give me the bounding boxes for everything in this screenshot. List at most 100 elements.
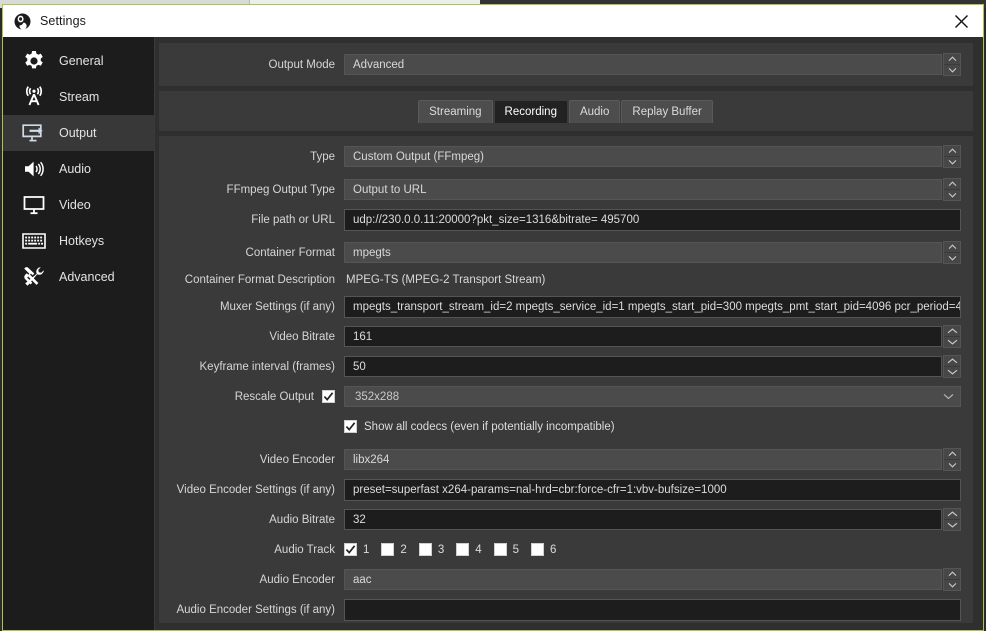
container-format-stepper[interactable] <box>943 241 961 264</box>
tab-streaming[interactable]: Streaming <box>418 100 493 123</box>
audio-track-1[interactable]: 1 <box>344 543 369 556</box>
type-stepper[interactable] <box>943 145 961 168</box>
chevron-down-icon[interactable] <box>944 580 960 590</box>
audio-track-2-checkbox[interactable] <box>381 543 395 556</box>
chevron-down-icon[interactable] <box>944 65 960 75</box>
chevron-up-icon[interactable] <box>944 179 960 189</box>
chevron-up-icon[interactable] <box>944 509 960 519</box>
audio-track-4[interactable]: 4 <box>456 543 482 556</box>
sidebar-item-advanced[interactable]: Advanced <box>3 259 154 295</box>
output-mode-select[interactable]: Advanced <box>344 54 942 75</box>
sidebar-item-label: Output <box>59 126 97 140</box>
output-mode-stepper[interactable] <box>943 53 961 76</box>
container-format-description-label: Container Format Description <box>184 273 335 286</box>
chevron-up-icon[interactable] <box>944 242 960 252</box>
ffmpeg-output-type-stepper[interactable] <box>943 178 961 201</box>
audio-track-4-checkbox[interactable] <box>456 543 470 556</box>
tab-audio[interactable]: Audio <box>568 100 621 123</box>
chevron-down-icon[interactable] <box>944 157 960 167</box>
sidebar-item-audio[interactable]: Audio <box>3 151 154 187</box>
keyframe-interval-label: Keyframe interval (frames) <box>199 360 335 373</box>
audio-track-6-label: 6 <box>550 543 557 556</box>
audio-encoder-select[interactable]: aac <box>344 569 942 590</box>
audio-track-2-label: 2 <box>400 543 407 556</box>
video-encoder-label: Video Encoder <box>259 453 335 466</box>
container-format-select[interactable]: mpegts <box>344 242 942 263</box>
audio-encoder-label: Audio Encoder <box>259 573 335 586</box>
audio-track-3[interactable]: 3 <box>418 543 444 556</box>
sidebar-item-label: General <box>59 54 104 68</box>
chevron-up-icon[interactable] <box>944 54 960 64</box>
container-format-label: Container Format <box>245 246 335 259</box>
chevron-down-icon[interactable] <box>944 190 960 200</box>
chevron-up-icon[interactable] <box>944 569 960 579</box>
row-file-path-or-url: File path or URL udp://230.0.0.11:20000?… <box>159 206 973 233</box>
video-encoder-stepper[interactable] <box>943 448 961 471</box>
sidebar-item-video[interactable]: Video <box>3 187 154 223</box>
audio-bitrate-input[interactable]: 32 <box>344 509 942 530</box>
audio-track-6-checkbox[interactable] <box>531 543 545 556</box>
keyframe-interval-stepper[interactable] <box>943 355 961 378</box>
chevron-up-icon[interactable] <box>944 449 960 459</box>
container-format-value: mpegts <box>353 246 391 259</box>
chevron-down-icon[interactable] <box>943 391 954 403</box>
audio-track-1-checkbox[interactable] <box>344 543 357 556</box>
speaker-icon <box>19 156 49 182</box>
tab-label: Audio <box>579 106 610 118</box>
sidebar-item-label: Hotkeys <box>59 234 105 248</box>
audio-track-6[interactable]: 6 <box>531 543 556 556</box>
tab-recording[interactable]: Recording <box>493 100 568 123</box>
audio-bitrate-stepper[interactable] <box>943 508 961 531</box>
tab-replay-buffer[interactable]: Replay Buffer <box>621 100 713 123</box>
audio-encoder-settings-input[interactable] <box>344 598 961 621</box>
video-encoder-settings-input[interactable]: preset=superfast x264-params=nal-hrd=cbr… <box>344 478 961 501</box>
row-container-format: Container Format mpegts <box>159 239 973 266</box>
row-muxer-settings: Muxer Settings (if any) mpegts_transport… <box>159 293 973 320</box>
audio-track-3-checkbox[interactable] <box>418 543 432 556</box>
audio-track-label: Audio Track <box>274 543 335 556</box>
sidebar-item-label: Stream <box>59 90 100 104</box>
audio-track-5[interactable]: 5 <box>493 543 520 556</box>
audio-bitrate-label: Audio Bitrate <box>269 513 335 526</box>
output-mode-label: Output Mode <box>268 58 335 71</box>
audio-encoder-stepper[interactable] <box>943 568 961 591</box>
row-ffmpeg-output-type: FFmpeg Output Type Output to URL <box>159 176 973 203</box>
window-body: General Stream Output Audio Video Hotkey… <box>3 37 983 630</box>
muxer-settings-input[interactable]: mpegts_transport_stream_id=2 mpegts_serv… <box>344 295 961 318</box>
chevron-down-icon[interactable] <box>944 337 960 347</box>
rescale-output-checkbox[interactable] <box>322 390 335 403</box>
type-value: Custom Output (FFmpeg) <box>353 150 485 163</box>
recording-settings-panel: Type Custom Output (FFmpeg) FFmpeg Outpu… <box>159 136 973 623</box>
chevron-down-icon[interactable] <box>944 253 960 263</box>
rescale-output-select[interactable]: 352x288 <box>344 386 961 407</box>
chevron-up-icon[interactable] <box>944 146 960 156</box>
keyboard-icon <box>19 228 49 254</box>
sidebar-item-stream[interactable]: Stream <box>3 79 154 115</box>
chevron-down-icon[interactable] <box>944 367 960 377</box>
video-encoder-select[interactable]: libx264 <box>344 449 942 470</box>
chevron-down-icon[interactable] <box>944 520 960 530</box>
audio-track-5-checkbox[interactable] <box>493 543 507 556</box>
broadcast-icon <box>19 84 49 110</box>
sidebar-item-output[interactable]: Output <box>3 115 154 151</box>
chevron-up-icon[interactable] <box>944 326 960 336</box>
audio-track-5-label: 5 <box>512 543 520 556</box>
row-audio-bitrate: Audio Bitrate 32 <box>159 506 973 533</box>
ffmpeg-output-type-label: FFmpeg Output Type <box>226 183 335 196</box>
sidebar-item-general[interactable]: General <box>3 43 154 79</box>
type-select[interactable]: Custom Output (FFmpeg) <box>344 146 942 167</box>
chevron-down-icon[interactable] <box>944 460 960 470</box>
keyframe-interval-input[interactable]: 50 <box>344 356 942 377</box>
file-path-or-url-input[interactable]: udp://230.0.0.11:20000?pkt_size=1316&bit… <box>344 208 961 231</box>
video-bitrate-stepper[interactable] <box>943 325 961 348</box>
monitor-arrow-icon <box>19 120 49 146</box>
ffmpeg-output-type-select[interactable]: Output to URL <box>344 179 942 200</box>
output-tabs-panel: Streaming Recording Audio Replay Buffer <box>159 91 973 131</box>
video-bitrate-input[interactable]: 161 <box>344 326 942 347</box>
show-all-codecs-checkbox[interactable] <box>344 420 357 433</box>
close-icon[interactable] <box>939 5 983 37</box>
audio-track-2[interactable]: 2 <box>381 543 407 556</box>
tab-label: Replay Buffer <box>632 106 702 118</box>
chevron-up-icon[interactable] <box>944 356 960 366</box>
sidebar-item-hotkeys[interactable]: Hotkeys <box>3 223 154 259</box>
